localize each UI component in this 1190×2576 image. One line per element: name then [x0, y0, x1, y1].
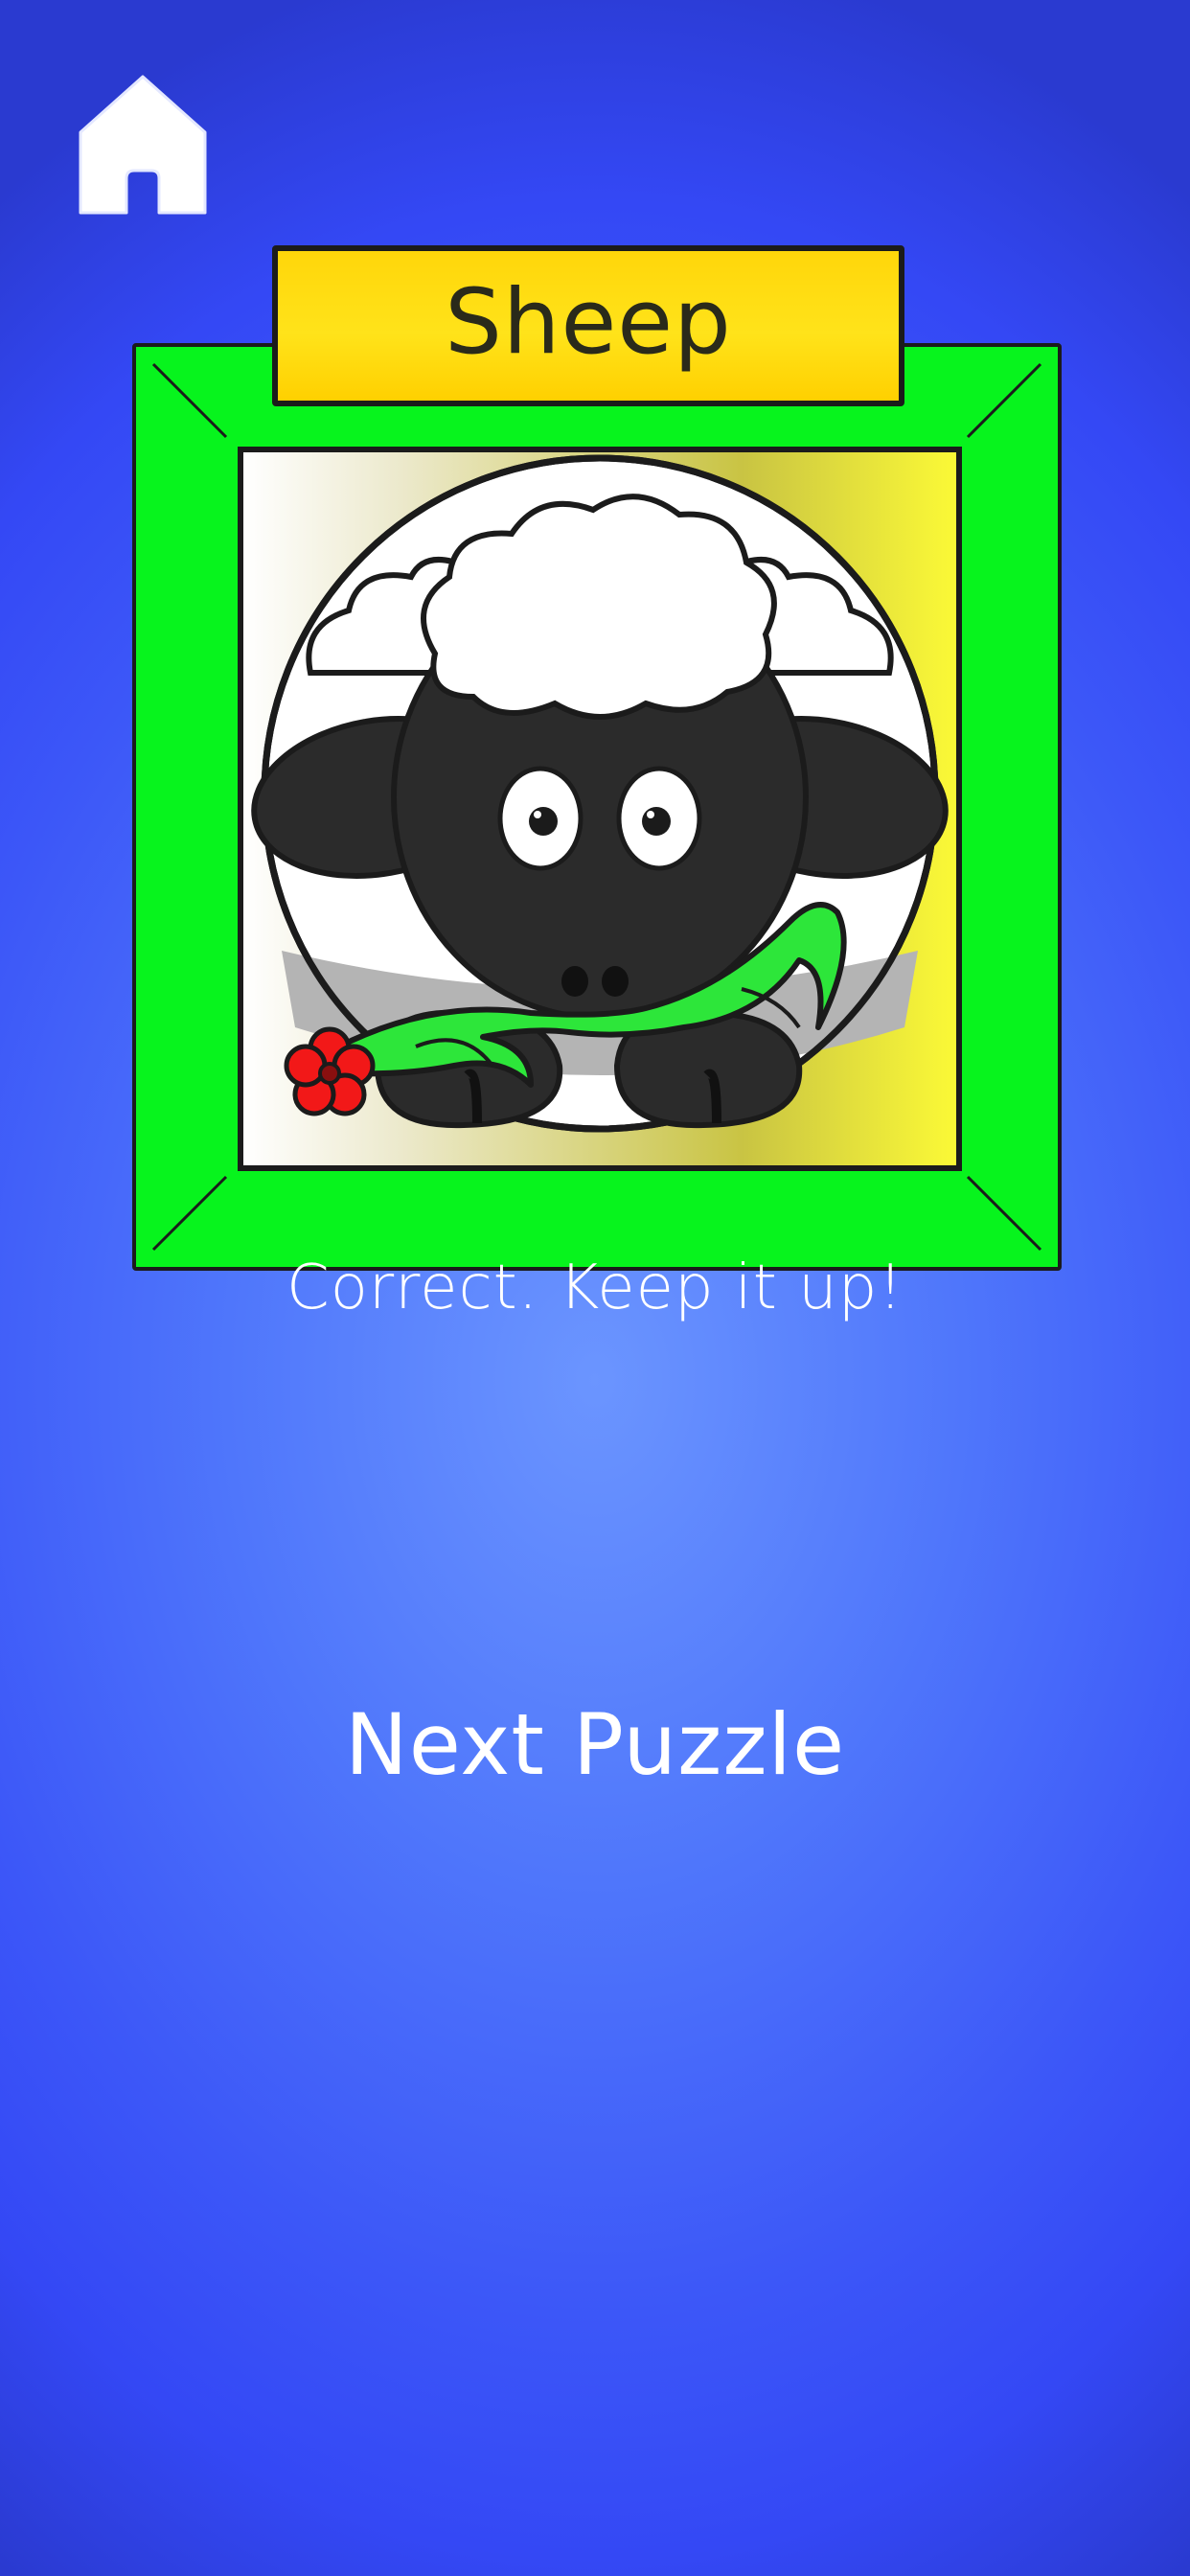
sheep-illustration [251, 454, 949, 1133]
title-plate: Sheep [272, 245, 904, 406]
puzzle-title: Sheep [445, 270, 732, 375]
puzzle-card: Sheep [132, 245, 1062, 1271]
next-puzzle-button[interactable]: Next Puzzle [308, 1668, 882, 1821]
picture-frame [132, 343, 1062, 1271]
feedback-message: Correct. Keep it up! [286, 1253, 904, 1323]
puzzle-image-panel [238, 447, 962, 1171]
home-button[interactable] [77, 73, 209, 218]
home-icon [79, 75, 207, 215]
